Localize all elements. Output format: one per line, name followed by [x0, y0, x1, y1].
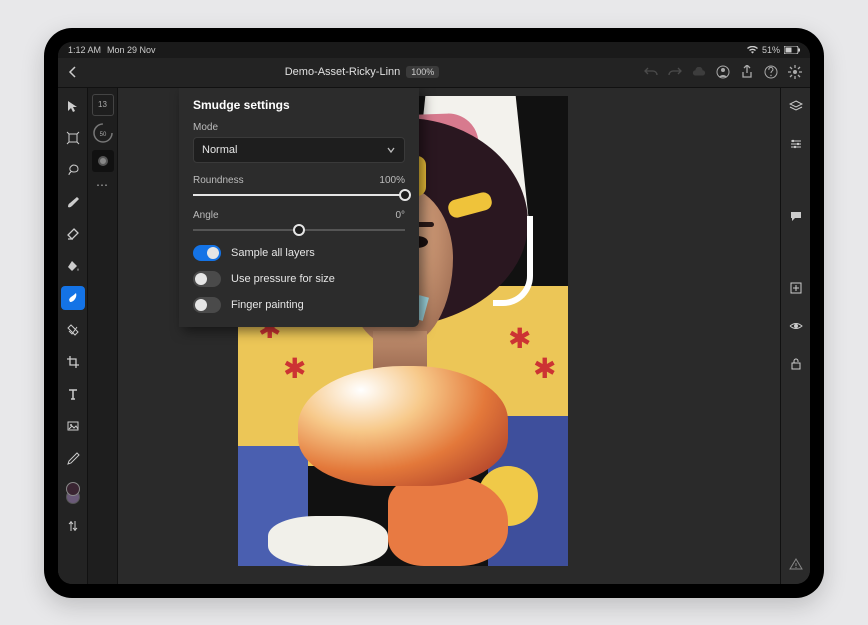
use-pressure-toggle[interactable]: [193, 271, 221, 287]
visibility-icon[interactable]: [784, 314, 808, 338]
zoom-badge[interactable]: 100%: [406, 66, 439, 78]
eyedropper-tool[interactable]: [61, 446, 85, 470]
canvas[interactable]: Smudge settings Mode Normal Roundness 10…: [118, 88, 780, 584]
crop-tool[interactable]: [61, 350, 85, 374]
brush-tip-preview[interactable]: [92, 150, 114, 172]
roundness-value: 100%: [379, 175, 405, 186]
profile-icon[interactable]: [716, 65, 730, 79]
right-toolbar: [780, 88, 810, 584]
brush-size-value: 13: [98, 100, 107, 109]
status-date: Mon 29 Nov: [107, 45, 156, 55]
left-toolbar: [58, 88, 88, 584]
brush-sub-toolbar: 13 50 ⋯: [88, 88, 118, 584]
chevron-down-icon: [386, 145, 396, 155]
angle-slider-thumb[interactable]: [293, 224, 305, 236]
color-swatches[interactable]: [63, 482, 83, 506]
status-bar: 1:12 AM Mon 29 Nov 51%: [58, 42, 810, 58]
app-topbar: Demo-Asset-Ricky-Linn 100%: [58, 58, 810, 88]
brush-hardness-dial[interactable]: 50: [92, 122, 114, 144]
move-tool[interactable]: [61, 94, 85, 118]
layers-panel-icon[interactable]: [784, 94, 808, 118]
battery-icon: [784, 46, 800, 54]
eraser-tool[interactable]: [61, 222, 85, 246]
foreground-color-swatch[interactable]: [66, 482, 80, 496]
sample-all-layers-label: Sample all layers: [231, 247, 315, 259]
vertical-adjust-tool[interactable]: [61, 514, 85, 538]
undo-button[interactable]: [644, 65, 658, 79]
type-tool[interactable]: [61, 382, 85, 406]
share-icon[interactable]: [740, 65, 754, 79]
angle-value: 0°: [395, 210, 405, 221]
wifi-icon: [747, 46, 758, 54]
fill-tool[interactable]: [61, 254, 85, 278]
roundness-slider-thumb[interactable]: [399, 189, 411, 201]
mode-value: Normal: [202, 144, 237, 156]
roundness-slider[interactable]: [193, 194, 405, 196]
more-options-icon[interactable]: ⋯: [96, 178, 109, 192]
finger-painting-toggle[interactable]: [193, 297, 221, 313]
brush-size-preview[interactable]: 13: [92, 94, 114, 116]
svg-text:50: 50: [99, 132, 106, 138]
place-image-tool[interactable]: [61, 414, 85, 438]
help-icon[interactable]: [764, 65, 778, 79]
properties-panel-icon[interactable]: [784, 132, 808, 156]
roundness-label: Roundness 100%: [193, 175, 405, 186]
document-title: Demo-Asset-Ricky-Linn: [285, 66, 401, 78]
status-time: 1:12 AM: [68, 45, 101, 55]
comments-panel-icon[interactable]: [784, 204, 808, 228]
battery-percent: 51%: [762, 45, 780, 55]
finger-painting-label: Finger painting: [231, 299, 304, 311]
angle-slider[interactable]: [193, 229, 405, 231]
smudge-settings-panel: Smudge settings Mode Normal Roundness 10…: [179, 88, 419, 327]
lock-icon[interactable]: [784, 352, 808, 376]
settings-icon[interactable]: [788, 65, 802, 79]
brush-tool[interactable]: [61, 190, 85, 214]
cloud-icon[interactable]: [692, 65, 706, 79]
sample-all-layers-toggle[interactable]: [193, 245, 221, 261]
transform-tool[interactable]: [61, 126, 85, 150]
warning-icon[interactable]: [784, 552, 808, 576]
smudge-tool[interactable]: [61, 286, 85, 310]
lasso-tool[interactable]: [61, 158, 85, 182]
back-button[interactable]: [66, 65, 80, 79]
angle-label: Angle 0°: [193, 210, 405, 221]
heal-tool[interactable]: [61, 318, 85, 342]
panel-title: Smudge settings: [193, 98, 405, 112]
mode-label: Mode: [193, 122, 405, 133]
mode-select[interactable]: Normal: [193, 137, 405, 163]
use-pressure-label: Use pressure for size: [231, 273, 335, 285]
redo-button[interactable]: [668, 65, 682, 79]
add-panel-icon[interactable]: [784, 276, 808, 300]
